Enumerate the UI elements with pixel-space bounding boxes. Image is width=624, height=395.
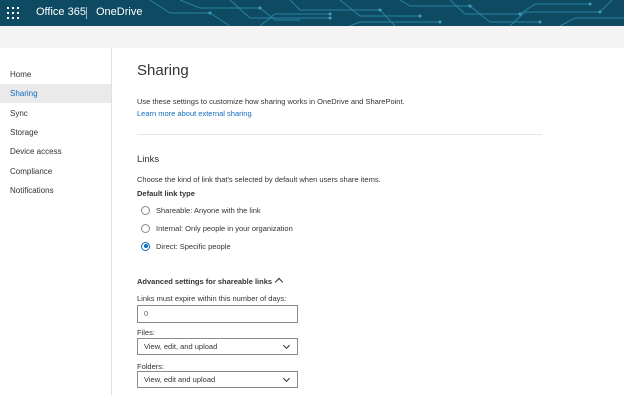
folders-permission-select[interactable]: View, edit and upload	[137, 371, 298, 388]
radio-button-selected[interactable]	[141, 241, 150, 251]
radio-option-direct[interactable]: Direct: Specific people	[141, 240, 231, 252]
header-subband	[0, 26, 624, 48]
sidebar-item-notifications[interactable]: Notifications	[0, 181, 111, 200]
files-label: Files:	[137, 328, 155, 337]
radio-label: Shareable: Anyone with the link	[156, 205, 261, 215]
radio-option-internal[interactable]: Internal: Only people in your organizati…	[141, 222, 293, 234]
links-section-title: Links	[137, 154, 160, 165]
radio-label: Direct: Specific people	[156, 241, 231, 251]
sidebar-item-storage[interactable]: Storage	[0, 123, 111, 142]
files-permission-value: View, edit, and upload	[144, 342, 218, 351]
learn-more-link[interactable]: Learn more about external sharing	[137, 109, 252, 118]
suite-name[interactable]: Office 365	[36, 6, 86, 18]
sidebar-item-device-access[interactable]: Device access	[0, 142, 111, 161]
folders-label: Folders:	[137, 362, 165, 371]
radio-label: Internal: Only people in your organizati…	[156, 223, 293, 233]
expire-days-label: Links must expire within this number of …	[137, 294, 287, 303]
page-title: Sharing	[137, 62, 189, 79]
radio-option-shareable[interactable]: Shareable: Anyone with the link	[141, 204, 261, 216]
expire-days-input[interactable]: 0	[137, 305, 298, 323]
links-section-description: Choose the kind of link that's selected …	[137, 175, 381, 184]
section-divider	[137, 134, 542, 135]
sidebar-item-sharing[interactable]: Sharing	[0, 84, 111, 103]
chevron-down-icon	[282, 341, 291, 350]
sidebar-item-home[interactable]: Home	[0, 65, 111, 84]
chevron-up-icon	[274, 277, 284, 287]
sidebar-item-sync[interactable]: Sync	[0, 104, 111, 123]
folders-permission-value: View, edit and upload	[144, 375, 216, 384]
sidebar-item-compliance[interactable]: Compliance	[0, 162, 111, 181]
circuit-pattern	[149, 0, 624, 26]
app-name[interactable]: OneDrive	[96, 6, 142, 18]
left-navigation: Home Sharing Sync Storage Device access …	[0, 48, 112, 395]
app-launcher-icon[interactable]	[6, 6, 20, 20]
radio-button[interactable]	[141, 205, 150, 215]
files-permission-select[interactable]: View, edit, and upload	[137, 338, 298, 355]
chevron-down-icon	[282, 374, 291, 383]
advanced-settings-toggle[interactable]: Advanced settings for shareable links	[137, 277, 284, 287]
default-link-type-label: Default link type	[137, 189, 195, 198]
radio-button[interactable]	[141, 223, 150, 233]
advanced-settings-heading: Advanced settings for shareable links	[137, 277, 273, 286]
page-description: Use these settings to customize how shar…	[137, 97, 405, 106]
suite-header: Office 365 OneDrive	[0, 0, 624, 26]
header-divider	[86, 7, 87, 19]
